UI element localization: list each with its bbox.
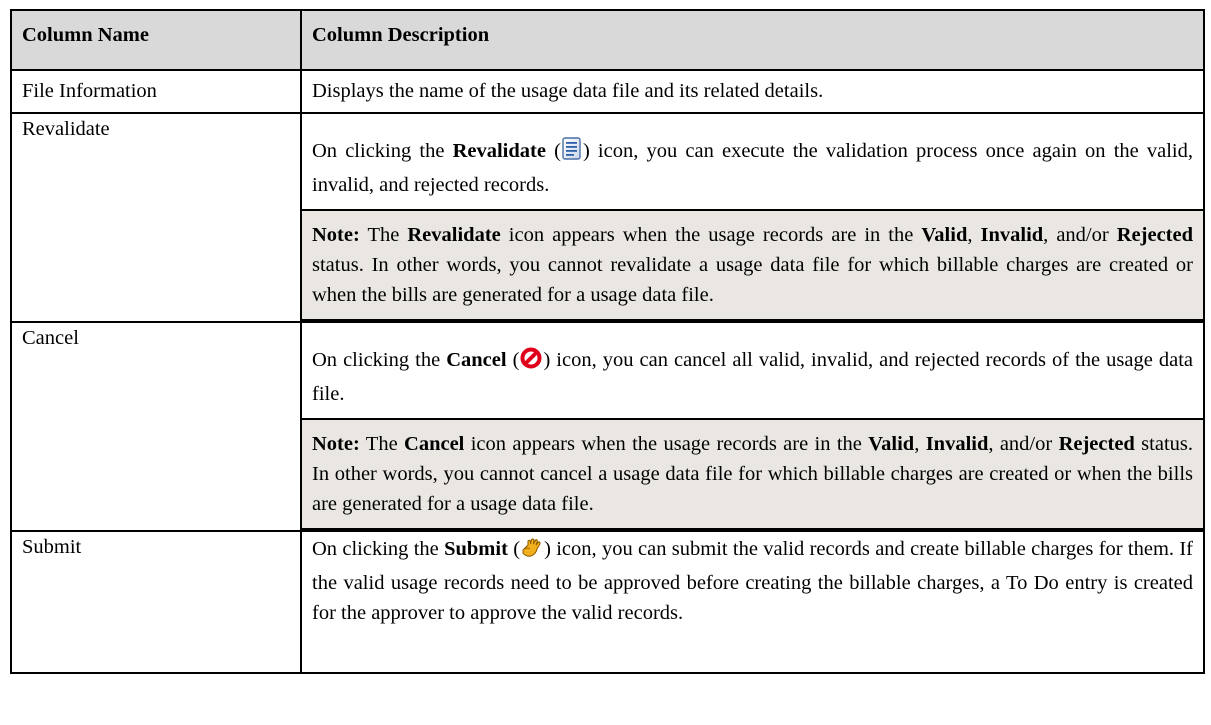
- table-row: Revalidate On clicking the Revalidate ()…: [10, 112, 1205, 323]
- revalidate-bold-term: Revalidate: [452, 140, 546, 162]
- column-description-table: Column Name Column Description File Info…: [10, 9, 1205, 674]
- row-name-revalidate: Revalidate: [10, 112, 302, 323]
- row-description-revalidate: On clicking the Revalidate () icon, you …: [300, 112, 1205, 323]
- cancel-note: Note: The Cancel icon appears when the u…: [302, 418, 1203, 530]
- revalidate-description: On clicking the Revalidate () icon, you …: [312, 136, 1193, 200]
- column-name-header: Column Name: [10, 9, 302, 71]
- submit-bold-term: Submit: [444, 538, 508, 560]
- row-name-submit: Submit: [10, 530, 302, 674]
- document-list-icon: [561, 137, 583, 170]
- row-description-submit: On clicking the Submit () icon, you can …: [300, 530, 1205, 674]
- prohibited-icon: [519, 346, 543, 379]
- cancel-description: On clicking the Cancel () icon, you can …: [312, 345, 1193, 409]
- table-header-row: Column Name Column Description: [10, 9, 1205, 71]
- row-description-cancel: On clicking the Cancel () icon, you can …: [300, 321, 1205, 532]
- row-name-cancel: Cancel: [10, 321, 302, 532]
- table-row: File Information Displays the name of th…: [10, 69, 1205, 114]
- row-name-file-information: File Information: [10, 69, 302, 114]
- submit-description: On clicking the Submit () icon, you can …: [312, 537, 1194, 624]
- hand-pointer-icon: [520, 537, 544, 568]
- row-description-file-information: Displays the name of the usage data file…: [300, 69, 1205, 114]
- revalidate-note: Note: The Revalidate icon appears when t…: [302, 209, 1203, 321]
- cancel-bold-term: Cancel: [446, 349, 507, 371]
- table-row: Submit On clicking the Submit () icon, y…: [10, 530, 1205, 674]
- table-row: Cancel On clicking the Cancel () icon, y…: [10, 321, 1205, 532]
- column-description-header: Column Description: [300, 9, 1205, 71]
